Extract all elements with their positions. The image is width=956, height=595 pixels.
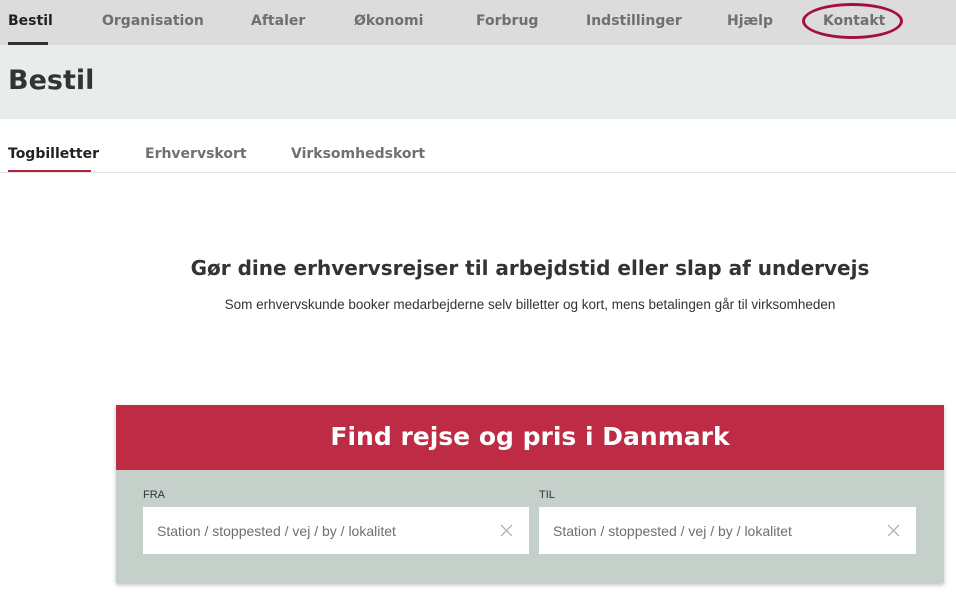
nav-item-forbrug[interactable]: Forbrug bbox=[476, 0, 538, 45]
tab-active-indicator bbox=[8, 170, 91, 172]
nav-item-kontakt[interactable]: Kontakt bbox=[823, 0, 885, 45]
nav-item-hjaelp[interactable]: Hjælp bbox=[727, 0, 773, 45]
top-navigation: Bestil Organisation Aftaler Økonomi Forb… bbox=[0, 0, 956, 45]
search-panel-header: Find rejse og pris i Danmark bbox=[116, 405, 944, 470]
to-field-label: TIL bbox=[539, 489, 555, 501]
page-header: Bestil bbox=[0, 45, 956, 119]
nav-item-okonomi[interactable]: Økonomi bbox=[354, 0, 423, 45]
to-field-container bbox=[539, 507, 916, 554]
tab-erhvervskort[interactable]: Erhvervskort bbox=[145, 146, 247, 162]
from-field-container bbox=[143, 507, 529, 554]
tab-togbilletter[interactable]: Togbilletter bbox=[8, 146, 99, 162]
intro-subtext: Som erhvervskunde booker medarbejderne s… bbox=[224, 297, 836, 312]
close-icon[interactable] bbox=[500, 524, 513, 537]
nav-item-bestil[interactable]: Bestil bbox=[8, 0, 53, 45]
nav-item-organisation[interactable]: Organisation bbox=[102, 0, 204, 45]
journey-search-panel: Find rejse og pris i Danmark FRA TIL bbox=[116, 405, 944, 583]
nav-item-aftaler[interactable]: Aftaler bbox=[251, 0, 305, 45]
to-input[interactable] bbox=[539, 507, 916, 554]
intro-heading: Gør dine erhvervsrejser til arbejdstid e… bbox=[190, 256, 870, 280]
from-input[interactable] bbox=[143, 507, 529, 554]
from-field-label: FRA bbox=[143, 489, 165, 501]
product-tabs: Togbilletter Erhvervskort Virksomhedskor… bbox=[0, 120, 956, 173]
search-panel-title: Find rejse og pris i Danmark bbox=[330, 422, 730, 451]
close-icon[interactable] bbox=[887, 524, 900, 537]
nav-item-indstillinger[interactable]: Indstillinger bbox=[586, 0, 682, 45]
tab-virksomhedskort[interactable]: Virksomhedskort bbox=[291, 146, 425, 162]
page-title: Bestil bbox=[8, 65, 95, 96]
